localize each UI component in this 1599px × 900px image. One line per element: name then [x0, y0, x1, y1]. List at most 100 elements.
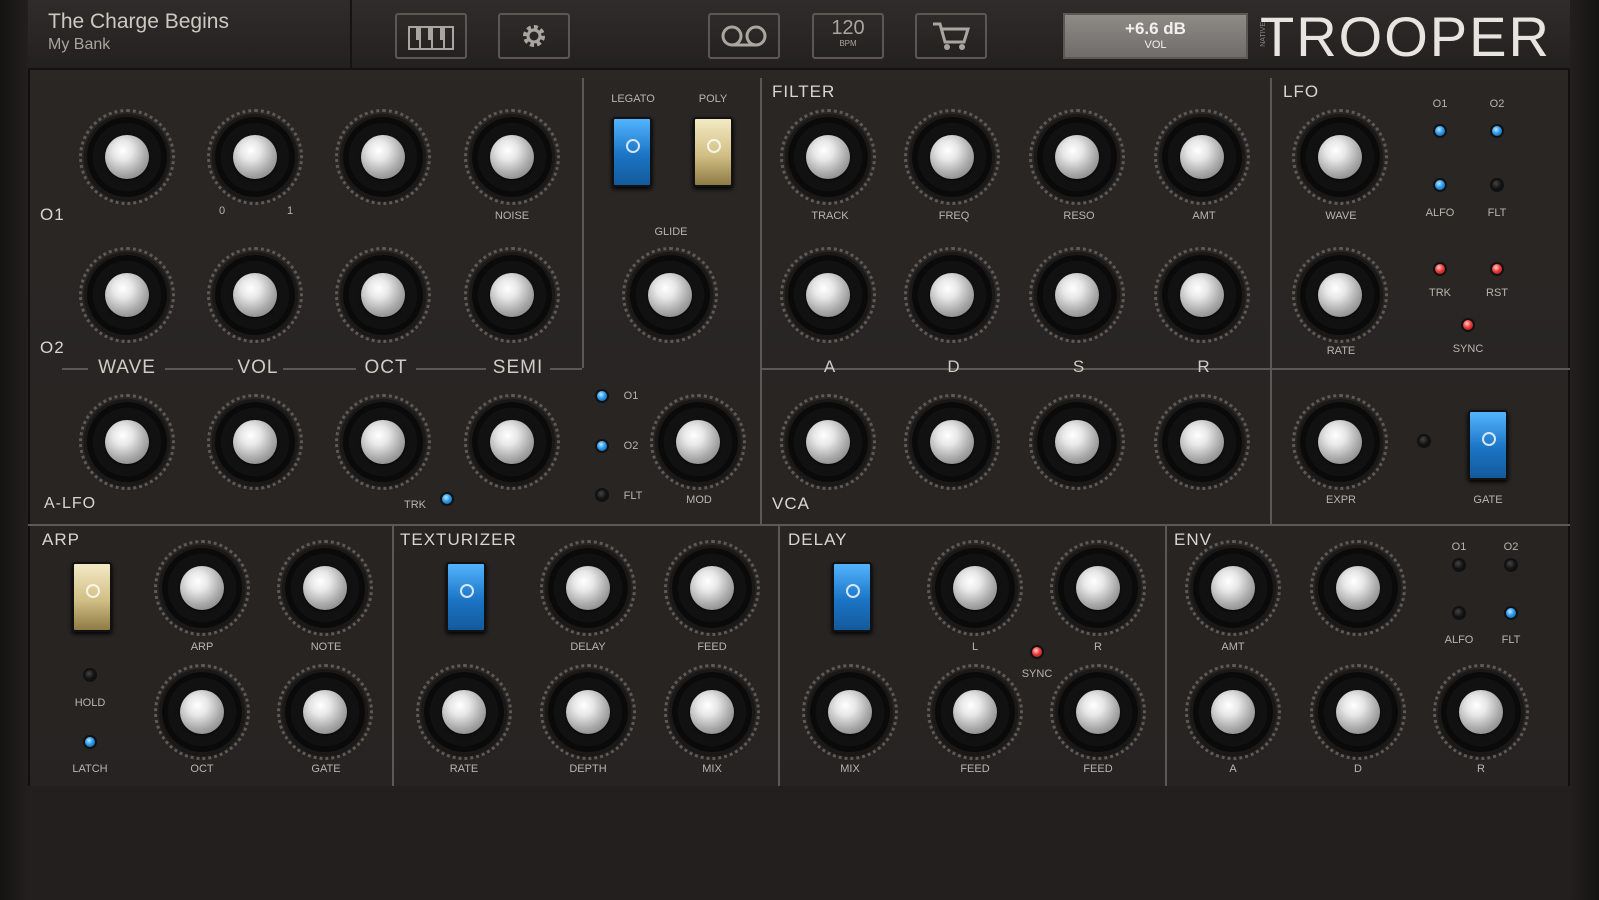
arp-mode-knob[interactable] — [154, 540, 250, 636]
mod-o1-led[interactable] — [595, 389, 609, 403]
trk-led[interactable] — [440, 492, 454, 506]
alfo-wave-knob[interactable] — [79, 394, 175, 490]
filter-env-d-knob[interactable] — [904, 247, 1000, 343]
hold-led[interactable] — [83, 668, 97, 682]
gear-icon — [523, 25, 545, 47]
env-a-knob[interactable] — [1185, 664, 1281, 760]
filter-env-a-knob[interactable] — [780, 247, 876, 343]
header-divider — [350, 0, 352, 70]
env-amt-knob[interactable] — [1185, 540, 1281, 636]
preset-display[interactable]: The Charge Begins My Bank — [48, 10, 229, 54]
delay-switch[interactable] — [832, 562, 872, 632]
settings-button[interactable] — [498, 13, 570, 59]
env-a-label: A — [823, 357, 837, 376]
lfo-rst-led[interactable] — [1490, 262, 1504, 276]
lfo-o2-led[interactable] — [1490, 124, 1504, 138]
delay-r-knob[interactable] — [1050, 540, 1146, 636]
divider — [778, 524, 780, 788]
filter-freq-knob[interactable] — [904, 109, 1000, 205]
arp-note-knob[interactable] — [277, 540, 373, 636]
env-d-knob[interactable] — [1310, 664, 1406, 760]
latch-led[interactable] — [83, 735, 97, 749]
osc1-vol-knob[interactable] — [207, 109, 303, 205]
mod-label: MOD — [686, 494, 712, 506]
noise-knob[interactable] — [464, 109, 560, 205]
delay-feed-l-knob[interactable] — [927, 664, 1023, 760]
tex-depth-knob[interactable] — [540, 664, 636, 760]
env-flt-led[interactable] — [1504, 606, 1518, 620]
osc2-vol-knob[interactable] — [207, 247, 303, 343]
legato-switch[interactable] — [612, 117, 652, 187]
alfo-semi-knob[interactable] — [464, 394, 560, 490]
track-label: TRACK — [811, 210, 849, 222]
mod-knob[interactable] — [650, 394, 746, 490]
lfo-sync-label: SYNC — [1452, 343, 1484, 355]
lfo-rate-label: RATE — [1326, 345, 1356, 357]
keyboard-button[interactable] — [395, 13, 467, 59]
env-o2-led[interactable] — [1504, 558, 1518, 572]
env-r-knob[interactable] — [1433, 664, 1529, 760]
bpm-button[interactable]: 120 BPM — [812, 13, 884, 59]
mod-flt-led[interactable] — [595, 488, 609, 502]
glide-knob[interactable] — [622, 247, 718, 343]
osc1-wave-knob[interactable] — [79, 109, 175, 205]
env-s-knob[interactable] — [1310, 540, 1406, 636]
vca-title: VCA — [772, 494, 810, 513]
delay-feed-r-knob[interactable] — [1050, 664, 1146, 760]
lfo-rate-knob[interactable] — [1292, 247, 1388, 343]
poly-switch[interactable] — [693, 117, 733, 187]
filter-reso-knob[interactable] — [1029, 109, 1125, 205]
vol-max-label: 1 — [286, 205, 294, 217]
delay-sync-led[interactable] — [1030, 645, 1044, 659]
tape-button[interactable] — [708, 13, 780, 59]
bank-name[interactable]: My Bank — [48, 36, 229, 54]
vca-s-knob[interactable] — [1029, 394, 1125, 490]
filter-track-knob[interactable] — [780, 109, 876, 205]
lfo-trk-led[interactable] — [1433, 262, 1447, 276]
vca-a-knob[interactable] — [780, 394, 876, 490]
env-o1-led[interactable] — [1452, 558, 1466, 572]
arp-gate-knob[interactable] — [277, 664, 373, 760]
expr-led[interactable] — [1417, 434, 1431, 448]
osc2-semi-knob[interactable] — [464, 247, 560, 343]
tex-delay-knob[interactable] — [540, 540, 636, 636]
arp-switch[interactable] — [72, 562, 112, 632]
divider — [582, 78, 584, 368]
tex-feed-knob[interactable] — [664, 540, 760, 636]
osc2-wave-knob[interactable] — [79, 247, 175, 343]
arp-oct-knob[interactable] — [154, 664, 250, 760]
noise-label: NOISE — [494, 210, 530, 222]
vca-r-knob[interactable] — [1154, 394, 1250, 490]
env-o2-label: O2 — [1503, 541, 1519, 553]
master-volume-display[interactable]: +6.6 dB VOL — [1063, 13, 1248, 59]
filter-amt-knob[interactable] — [1154, 109, 1250, 205]
tex-rate-knob[interactable] — [416, 664, 512, 760]
delay-feed-l-label: FEED — [960, 763, 990, 775]
tex-mix-knob[interactable] — [664, 664, 760, 760]
store-button[interactable] — [915, 13, 987, 59]
filter-env-r-knob[interactable] — [1154, 247, 1250, 343]
osc2-label: O2 — [40, 338, 65, 357]
preset-name[interactable]: The Charge Begins — [48, 10, 229, 34]
alfo-vol-knob[interactable] — [207, 394, 303, 490]
lfo-flt-led[interactable] — [1490, 178, 1504, 192]
cart-icon — [933, 22, 971, 50]
lfo-o1-led[interactable] — [1433, 124, 1447, 138]
mod-o2-led[interactable] — [595, 439, 609, 453]
delay-l-knob[interactable] — [927, 540, 1023, 636]
delay-title: DELAY — [788, 530, 848, 549]
osc2-oct-knob[interactable] — [335, 247, 431, 343]
lfo-alfo-led[interactable] — [1433, 178, 1447, 192]
osc1-oct-knob[interactable] — [335, 109, 431, 205]
vca-d-knob[interactable] — [904, 394, 1000, 490]
lfo-wave-knob[interactable] — [1292, 109, 1388, 205]
expr-knob[interactable] — [1292, 394, 1388, 490]
env-alfo-led[interactable] — [1452, 606, 1466, 620]
lfo-sync-led[interactable] — [1461, 318, 1475, 332]
delay-mix-knob[interactable] — [802, 664, 898, 760]
texturizer-switch[interactable] — [446, 562, 486, 632]
gate-switch[interactable] — [1468, 410, 1508, 480]
filter-env-s-knob[interactable] — [1029, 247, 1125, 343]
arp-title: ARP — [42, 530, 80, 549]
alfo-oct-knob[interactable] — [335, 394, 431, 490]
